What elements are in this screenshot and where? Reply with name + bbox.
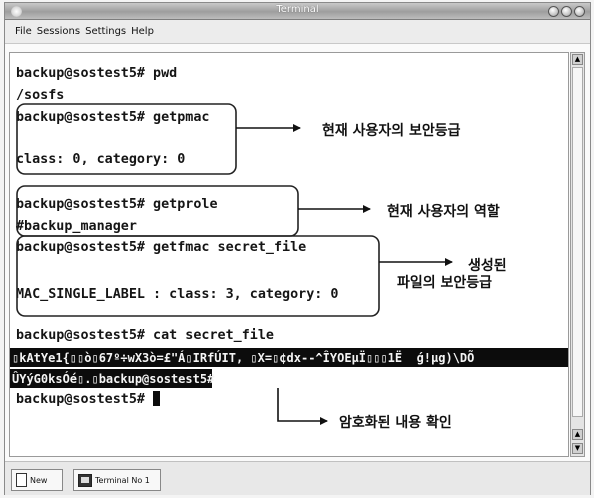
- title-bar[interactable]: Terminal: [5, 3, 590, 20]
- terminal-line: MAC_SINGLE_LABEL : class: 3, category: 0: [16, 287, 339, 302]
- annotation-label-encrypted-content: 암호화된 내용 확인: [339, 415, 452, 431]
- vertical-scrollbar[interactable]: ▲ ▲ ▼: [570, 52, 585, 457]
- menu-settings[interactable]: Settings: [85, 26, 126, 37]
- terminal-line: backup@sostest5# getfmac secret_file: [16, 240, 307, 255]
- scrollbar-thumb[interactable]: [572, 67, 583, 417]
- window-title: Terminal: [276, 4, 319, 15]
- session-tab-bar: New Terminal No 1: [5, 461, 590, 495]
- minimize-icon[interactable]: [548, 6, 559, 17]
- annotation-label-user-role: 현재 사용자의 역할: [387, 204, 500, 220]
- terminal-icon: [78, 473, 92, 487]
- annotation-label-file-security-level: 파일의 보안등급: [397, 275, 493, 291]
- terminal-line: backup@sostest5#: [16, 391, 161, 409]
- annotation-label-user-security-level: 현재 사용자의 보안등급: [322, 123, 461, 139]
- maximize-icon[interactable]: [561, 6, 572, 17]
- menu-bar: File Sessions Settings Help: [5, 20, 590, 44]
- scroll-down-icon[interactable]: ▼: [572, 443, 583, 454]
- terminal-line: backup@sostest5# cat secret_file: [16, 328, 274, 343]
- terminal-line: class: 0, category: 0: [16, 152, 186, 167]
- session-tab-label: Terminal No 1: [95, 475, 150, 485]
- menu-file[interactable]: File: [15, 26, 32, 37]
- terminal-line: backup@sostest5# pwd: [16, 66, 178, 81]
- text-cursor: [153, 391, 161, 406]
- encrypted-output-line: ▯kAtYe1{▯▯ò▯67º÷wX3ò=£"Á▯IRfÚIT, ▯X=▯¢dx…: [12, 351, 475, 365]
- terminal-line: /sosfs: [16, 88, 65, 103]
- new-session-button[interactable]: New: [11, 469, 63, 491]
- scroll-up-icon[interactable]: ▲: [572, 429, 583, 440]
- menu-help[interactable]: Help: [131, 26, 154, 37]
- terminal-line: backup@sostest5# getprole: [16, 197, 218, 212]
- close-icon[interactable]: [574, 6, 585, 17]
- prompt-text: backup@sostest5#: [16, 392, 154, 407]
- encrypted-output-fragment: ÛYýG0ksÓé▯.▯backup@sostest5#: [12, 372, 215, 386]
- terminal-line: backup@sostest5# getpmac: [16, 110, 210, 125]
- menu-sessions[interactable]: Sessions: [37, 26, 80, 37]
- new-document-icon: [16, 473, 27, 487]
- new-session-label: New: [30, 475, 48, 485]
- encrypted-output-line: ÛYýG0ksÓé▯.▯backup@sostest5#: [12, 370, 214, 389]
- terminal-line: #backup_manager: [16, 219, 137, 234]
- session-tab-terminal-1[interactable]: Terminal No 1: [73, 469, 161, 491]
- scroll-up-icon[interactable]: ▲: [572, 54, 583, 65]
- window-controls: [548, 6, 585, 17]
